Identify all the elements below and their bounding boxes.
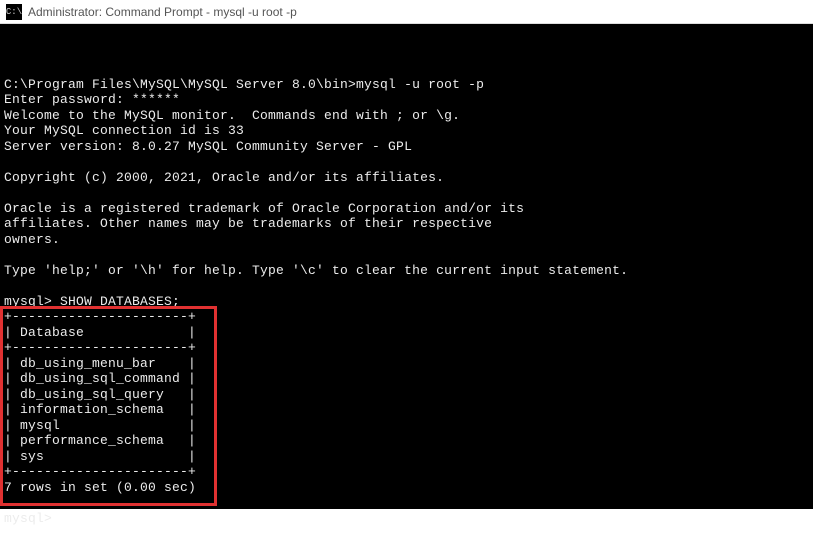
terminal-text: C:\Program Files\MySQL\MySQL Server 8.0\…	[4, 61, 813, 526]
cmd-icon: C:\	[6, 4, 22, 20]
window-title-text: Administrator: Command Prompt - mysql -u…	[28, 5, 297, 19]
window-title-bar[interactable]: C:\ Administrator: Command Prompt - mysq…	[0, 0, 813, 24]
terminal-output[interactable]: C:\Program Files\MySQL\MySQL Server 8.0\…	[0, 24, 813, 509]
